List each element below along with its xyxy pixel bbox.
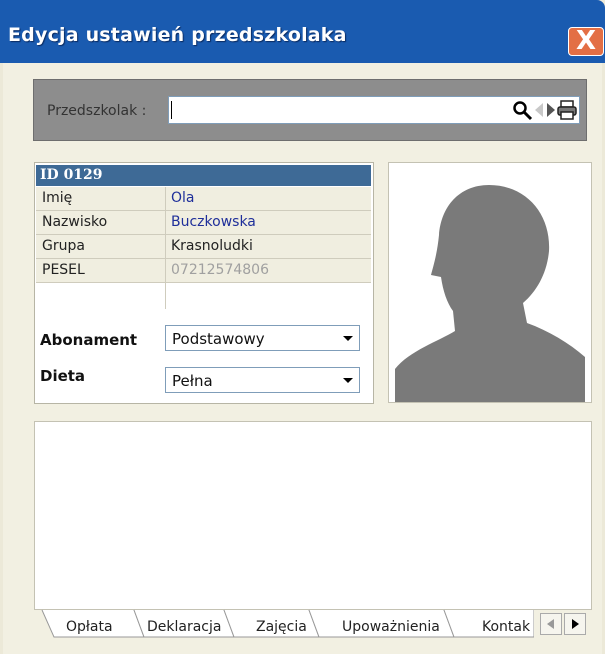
tab-scroll-right-icon bbox=[572, 619, 579, 629]
last-name-label: Nazwisko bbox=[42, 214, 108, 230]
pesel-value: 07212574806 bbox=[171, 262, 269, 278]
last-name-value: Buczkowska bbox=[171, 214, 256, 230]
search-icon[interactable] bbox=[512, 100, 534, 122]
abonament-label: Abonament bbox=[40, 331, 138, 349]
text-caret bbox=[171, 101, 172, 119]
tab-label: Upoważnienia bbox=[342, 619, 440, 635]
abonament-dropdown[interactable]: Podstawowy bbox=[165, 325, 360, 351]
dieta-label: Dieta bbox=[40, 367, 86, 385]
tab-scroll-left-icon bbox=[547, 619, 554, 629]
tab-label: Kontak bbox=[482, 619, 531, 635]
prev-arrow-icon[interactable] bbox=[533, 101, 545, 119]
close-button[interactable]: X bbox=[568, 27, 604, 56]
next-arrow-icon[interactable] bbox=[545, 101, 557, 119]
first-name-value: Ola bbox=[171, 190, 195, 206]
group-value: Krasnoludki bbox=[171, 238, 253, 254]
dieta-selected: Pełna bbox=[172, 372, 213, 390]
group-label: Grupa bbox=[42, 238, 85, 254]
tab-label: Zajęcia bbox=[256, 619, 307, 635]
title-bar: Edycja ustawień przedszkolaka bbox=[0, 0, 605, 63]
tab-scroll-left-button[interactable] bbox=[540, 613, 562, 635]
close-icon: X bbox=[575, 26, 597, 56]
first-name-label: Imię bbox=[42, 190, 73, 206]
dropdown-arrow-icon[interactable] bbox=[339, 370, 357, 390]
tab-label: Opłata bbox=[66, 619, 113, 635]
photo-frame bbox=[388, 162, 592, 403]
info-row-first-name bbox=[36, 187, 371, 211]
tab-scroll-right-button[interactable] bbox=[564, 613, 586, 635]
tab-content-panel bbox=[34, 421, 592, 610]
pesel-label: PESEL bbox=[42, 262, 85, 278]
search-label: Przedszkolak : bbox=[47, 103, 147, 119]
window-title: Edycja ustawień przedszkolaka bbox=[8, 24, 347, 46]
id-header-text: ID 0129 bbox=[40, 167, 103, 183]
print-icon[interactable] bbox=[557, 100, 577, 120]
tab-label: Deklaracja bbox=[147, 619, 222, 635]
avatar-silhouette bbox=[395, 185, 585, 402]
table-divider bbox=[165, 187, 166, 309]
dieta-dropdown[interactable]: Pełna bbox=[165, 367, 360, 393]
abonament-selected: Podstawowy bbox=[172, 330, 265, 348]
dropdown-arrow-icon[interactable] bbox=[339, 328, 357, 348]
